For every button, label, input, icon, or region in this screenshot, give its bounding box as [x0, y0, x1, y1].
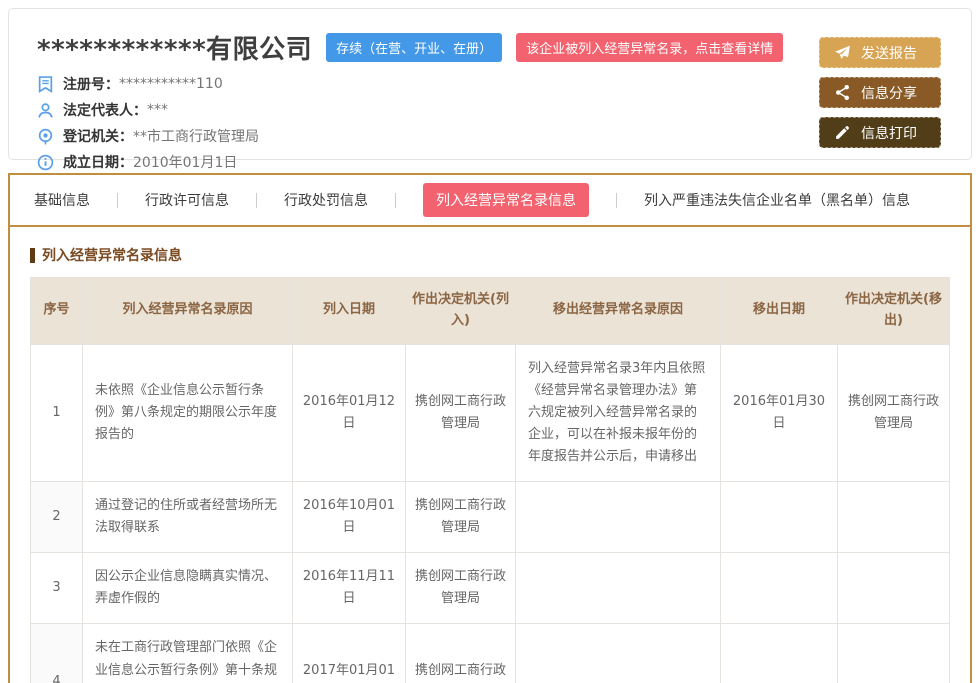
cell-seq: 2: [31, 482, 83, 553]
cell-listing-reason: 未在工商行政管理部门依照《企业信息公示暂行条例》第十条规定责令的期限内公示有关企…: [83, 624, 293, 683]
table-row: 3 因公示企业信息隐瞒真实情况、弄虚作假的 2016年11月11日 携创网工商行…: [31, 553, 950, 624]
cell-removal-authority: [838, 482, 950, 553]
tab-divider: [117, 193, 118, 208]
cell-listing-date: 2016年10月01日: [293, 482, 406, 553]
certificate-icon: [37, 76, 54, 93]
status-badge: 存续（在营、开业、在册）: [326, 33, 502, 62]
field-label: 登记机关：: [63, 126, 133, 146]
field-registration-number: 注册号： ***********110: [37, 74, 943, 94]
field-legal-representative: 法定代表人： ***: [37, 100, 943, 120]
abnormal-alert-badge[interactable]: 该企业被列入经营异常名录，点击查看详情: [516, 33, 783, 62]
cell-listing-date: 2016年01月12日: [293, 344, 406, 481]
cell-seq: 3: [31, 553, 83, 624]
button-label: 发送报告: [861, 43, 917, 63]
abnormal-operations-table: 序号 列入经营异常名录原因 列入日期 作出决定机关(列入) 移出经营异常名录原因…: [30, 277, 950, 683]
tab-administrative-license[interactable]: 行政许可信息: [145, 190, 229, 210]
field-value: **市工商行政管理局: [133, 126, 259, 146]
field-label: 成立日期：: [63, 152, 133, 172]
cell-removal-authority: 携创网工商行政管理局: [838, 344, 950, 481]
cell-removal-date: [721, 624, 838, 683]
tab-divider: [395, 193, 396, 208]
field-label: 法定代表人：: [63, 100, 147, 120]
cell-seq: 4: [31, 624, 83, 683]
field-value: ***********110: [119, 76, 223, 92]
tab-blacklist[interactable]: 列入严重违法失信企业名单（黑名单）信息: [644, 190, 910, 210]
cell-listing-authority: 携创网工商行政管理局: [406, 344, 516, 481]
location-icon: [37, 128, 54, 145]
cell-removal-date: [721, 482, 838, 553]
button-label: 信息分享: [861, 83, 917, 103]
col-header-removal-authority: 作出决定机关(移出): [838, 278, 950, 345]
send-icon: [834, 44, 851, 61]
send-report-button[interactable]: 发送报告: [819, 37, 941, 68]
table-row: 2 通过登记的住所或者经营场所无法取得联系 2016年10月01日 携创网工商行…: [31, 482, 950, 553]
share-icon: [834, 84, 851, 101]
cell-listing-date: 2016年11月11日: [293, 553, 406, 624]
cell-listing-authority: 携创网工商行政管理局: [406, 482, 516, 553]
table-header-row: 序号 列入经营异常名录原因 列入日期 作出决定机关(列入) 移出经营异常名录原因…: [31, 278, 950, 345]
field-value: ***: [147, 102, 168, 118]
company-name: ************有限公司: [37, 29, 312, 66]
cell-removal-reason: [516, 553, 721, 624]
cell-listing-reason: 因公示企业信息隐瞒真实情况、弄虚作假的: [83, 553, 293, 624]
cell-removal-reason: [516, 624, 721, 683]
field-value: 2010年01月1日: [133, 152, 237, 172]
tab-divider: [616, 193, 617, 208]
tab-abnormal-operations[interactable]: 列入经营异常名录信息: [423, 183, 589, 217]
cell-removal-reason: [516, 482, 721, 553]
tab-content: 列入经营异常名录信息 序号 列入经营异常名录原因 列入日期 作出决定机关(列入)…: [10, 227, 970, 683]
main-panel: 基础信息 行政许可信息 行政处罚信息 列入经营异常名录信息 列入严重违法失信企业…: [8, 173, 972, 683]
col-header-listing-reason: 列入经营异常名录原因: [83, 278, 293, 345]
page: ************有限公司 存续（在营、开业、在册） 该企业被列入经营异常…: [0, 0, 980, 683]
print-info-button[interactable]: 信息打印: [819, 117, 941, 148]
company-header-card: ************有限公司 存续（在营、开业、在册） 该企业被列入经营异常…: [8, 8, 972, 160]
cell-listing-reason: 通过登记的住所或者经营场所无法取得联系: [83, 482, 293, 553]
col-header-listing-authority: 作出决定机关(列入): [406, 278, 516, 345]
section-marker: [30, 248, 35, 263]
cell-seq: 1: [31, 344, 83, 481]
tab-divider: [256, 193, 257, 208]
section-title-text: 列入经营异常名录信息: [42, 245, 182, 265]
cell-listing-date: 2017年01月01日: [293, 624, 406, 683]
cell-removal-date: [721, 553, 838, 624]
section-title: 列入经营异常名录信息: [30, 245, 950, 265]
cell-removal-authority: [838, 624, 950, 683]
table-row: 4 未在工商行政管理部门依照《企业信息公示暂行条例》第十条规定责令的期限内公示有…: [31, 624, 950, 683]
action-buttons: 发送报告 信息分享 信息打印: [819, 37, 941, 157]
col-header-seq: 序号: [31, 278, 83, 345]
info-icon: [37, 154, 54, 171]
tab-basic-info[interactable]: 基础信息: [34, 190, 90, 210]
field-registration-authority: 登记机关： **市工商行政管理局: [37, 126, 943, 146]
cell-listing-authority: 携创网工商行政管理局: [406, 624, 516, 683]
tab-administrative-penalty[interactable]: 行政处罚信息: [284, 190, 368, 210]
cell-removal-authority: [838, 553, 950, 624]
field-label: 注册号：: [63, 74, 119, 94]
share-info-button[interactable]: 信息分享: [819, 77, 941, 108]
col-header-removal-reason: 移出经营异常名录原因: [516, 278, 721, 345]
button-label: 信息打印: [861, 123, 917, 143]
table-row: 1 未依照《企业信息公示暂行条例》第八条规定的期限公示年度报告的 2016年01…: [31, 344, 950, 481]
person-icon: [37, 102, 54, 119]
cell-listing-authority: 携创网工商行政管理局: [406, 553, 516, 624]
cell-removal-reason: 列入经营异常名录3年内且依照《经营异常名录管理办法》第六规定被列入经营异常名录的…: [516, 344, 721, 481]
field-establishment-date: 成立日期： 2010年01月1日: [37, 152, 943, 172]
cell-listing-reason: 未依照《企业信息公示暂行条例》第八条规定的期限公示年度报告的: [83, 344, 293, 481]
cell-removal-date: 2016年01月30日: [721, 344, 838, 481]
tab-bar: 基础信息 行政许可信息 行政处罚信息 列入经营异常名录信息 列入严重违法失信企业…: [10, 175, 970, 227]
col-header-removal-date: 移出日期: [721, 278, 838, 345]
col-header-listing-date: 列入日期: [293, 278, 406, 345]
pencil-icon: [834, 124, 851, 141]
